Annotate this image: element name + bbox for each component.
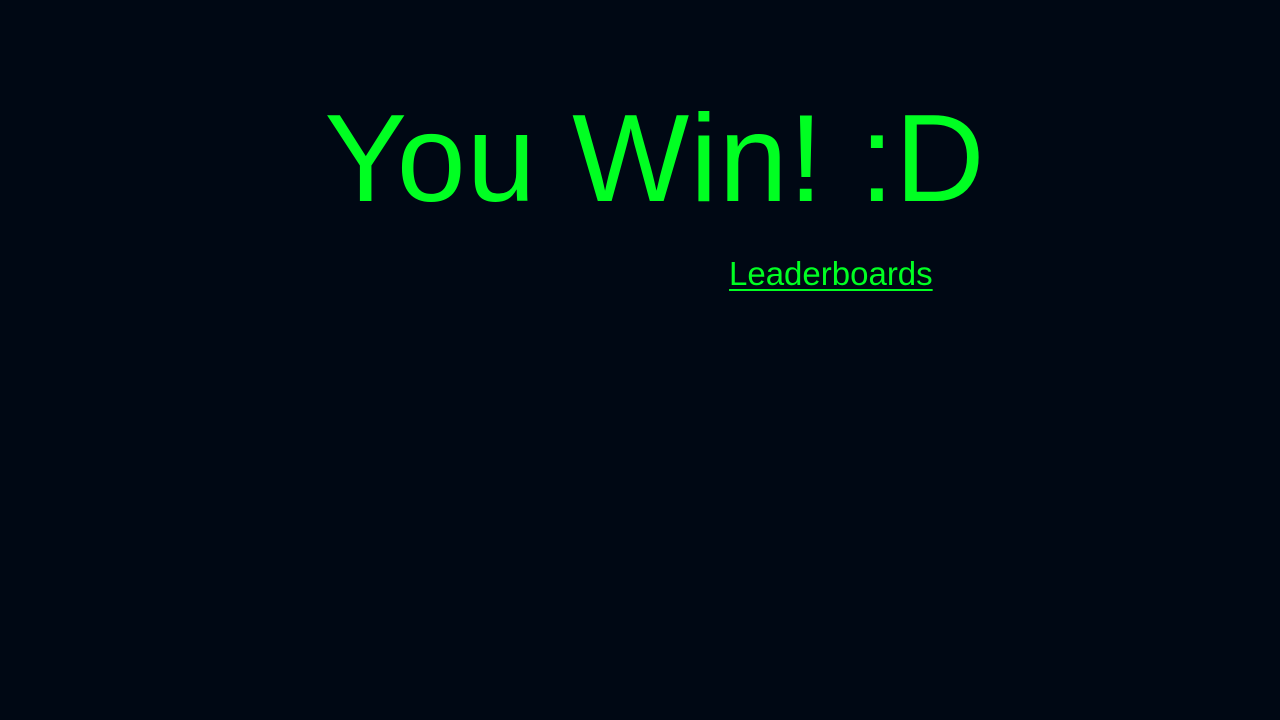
win-screen: You Win! :D Leaderboards xyxy=(0,0,1280,720)
leaderboards-link[interactable]: Leaderboards xyxy=(729,254,933,294)
win-title: You Win! :D xyxy=(324,90,986,228)
